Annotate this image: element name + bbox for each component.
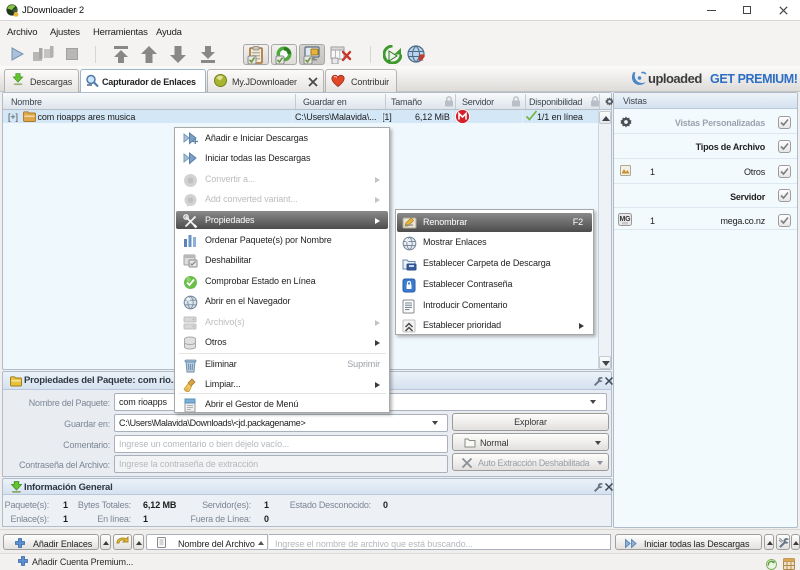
svg-text:MG: MG [619,216,631,223]
